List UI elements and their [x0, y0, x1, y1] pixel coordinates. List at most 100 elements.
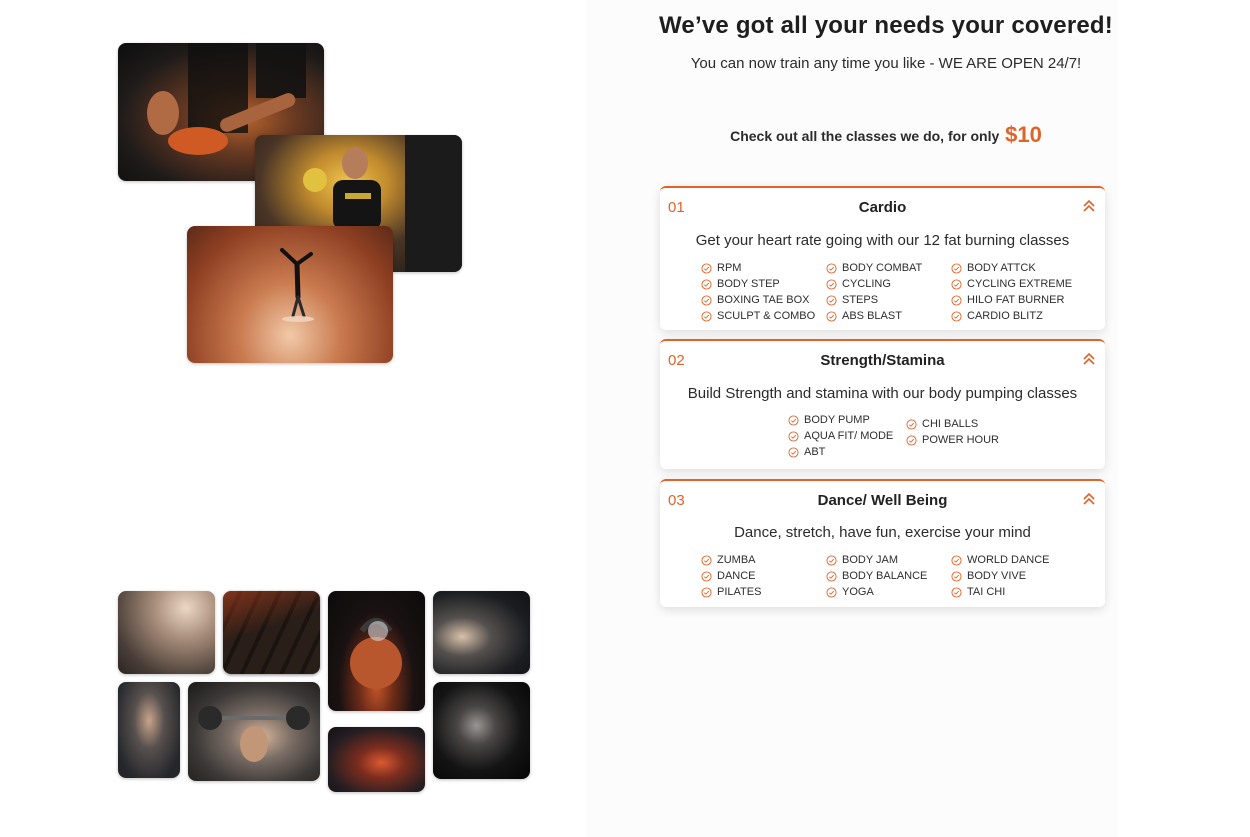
class-list-item: BODY JAM [826, 552, 927, 568]
card-title[interactable]: Dance/ Well Being [660, 492, 1105, 509]
class-list-item: ABT [788, 444, 893, 460]
chevron-double-up-icon[interactable] [1081, 491, 1097, 507]
class-name: BODY VIVE [967, 570, 1027, 582]
kettlebell-illustration [350, 618, 402, 689]
class-list-item: CYCLING EXTREME [951, 276, 1072, 292]
class-list-item: POWER HOUR [906, 432, 999, 448]
check-circle-icon [951, 278, 962, 290]
class-name: BODY ATTCK [967, 262, 1036, 274]
class-name: BODY COMBAT [842, 262, 923, 274]
class-list-column: CHI BALLS POWER HOUR [906, 416, 999, 448]
check-circle-icon [951, 310, 962, 322]
class-name: DANCE [717, 570, 756, 582]
class-name: RPM [717, 262, 742, 274]
class-list-item: PILATES [701, 584, 761, 600]
class-list-item: BODY ATTCK [951, 260, 1072, 276]
spin-class-photo [433, 591, 530, 674]
class-list-column: BODY JAM BODY BALANCE YOGA [826, 552, 927, 600]
barbell-illustration [198, 706, 310, 762]
page-subheading: You can now train any time you like - WE… [690, 55, 1082, 72]
class-list-item: YOGA [826, 584, 927, 600]
squat-rack-photo [118, 682, 180, 778]
dumbbell-rack-overlay [223, 591, 320, 674]
check-circle-icon [788, 414, 799, 426]
page-heading: We’ve got all your needs your covered! [659, 12, 1113, 39]
check-circle-icon [951, 554, 962, 566]
check-circle-icon [701, 310, 712, 322]
check-circle-icon [701, 554, 712, 566]
check-circle-icon [701, 278, 712, 290]
class-list-item: STEPS [826, 292, 922, 308]
group-class-photo [328, 727, 425, 792]
class-list-item: BODY VIVE [951, 568, 1050, 584]
check-circle-icon [951, 294, 962, 306]
card-title[interactable]: Cardio [660, 199, 1105, 216]
check-circle-icon [701, 262, 712, 274]
check-circle-icon [826, 262, 837, 274]
yoga-handstand-photo [187, 226, 393, 363]
check-circle-icon [701, 570, 712, 582]
class-list-column: BODY ATTCK CYCLING EXTREME HILO FAT BURNER… [951, 260, 1072, 324]
class-name: HILO FAT BURNER [967, 294, 1065, 306]
card-title[interactable]: Strength/Stamina [660, 352, 1105, 369]
class-list-item: ZUMBA [701, 552, 761, 568]
card-description: Dance, stretch, have fun, exercise your … [734, 524, 1031, 541]
check-circle-icon [826, 294, 837, 306]
class-name: CHI BALLS [922, 418, 979, 430]
check-circle-icon [951, 570, 962, 582]
class-list-item: CHI BALLS [906, 416, 999, 432]
class-list-item: SCULPT & COMBO [701, 308, 815, 324]
check-circle-icon [906, 418, 917, 430]
check-circle-icon [788, 430, 799, 442]
class-name: BODY JAM [842, 554, 899, 566]
chevron-double-up-icon[interactable] [1081, 351, 1097, 367]
class-name: ABT [804, 446, 826, 458]
class-name: PILATES [717, 586, 762, 598]
check-circle-icon [826, 586, 837, 598]
class-list-column: RPM BODY STEP BOXING TAE BOX SCULPT & COMBO [701, 260, 815, 324]
class-list-item: BODY PUMP [788, 412, 893, 428]
class-name: CYCLING EXTREME [967, 278, 1073, 290]
offer-price: $10 [1005, 122, 1042, 147]
class-name: STEPS [842, 294, 879, 306]
class-name: ABS BLAST [842, 310, 902, 322]
class-name: BOXING TAE BOX [717, 294, 810, 306]
class-list-item: ABS BLAST [826, 308, 922, 324]
class-card-dance: 03 Dance/ Well Being Dance, stretch, hav… [660, 479, 1105, 607]
class-name: BODY STEP [717, 278, 780, 290]
check-circle-icon [826, 278, 837, 290]
class-list-column: BODY COMBAT CYCLING STEPS ABS BLAST [826, 260, 922, 324]
class-name: ZUMBA [717, 554, 756, 566]
class-name: BODY PUMP [804, 414, 870, 426]
class-list-item: RPM [701, 260, 815, 276]
class-list-item: BODY COMBAT [826, 260, 922, 276]
class-list-column: ZUMBA DANCE PILATES [701, 552, 761, 600]
chevron-double-up-icon[interactable] [1081, 198, 1097, 214]
class-list-item: BODY BALANCE [826, 568, 927, 584]
check-circle-icon [701, 294, 712, 306]
check-circle-icon [826, 310, 837, 322]
class-name: CYCLING [842, 278, 891, 290]
check-circle-icon [951, 586, 962, 598]
class-name: SCULPT & COMBO [717, 310, 816, 322]
check-circle-icon [906, 434, 917, 446]
check-circle-icon [826, 570, 837, 582]
class-list-column: WORLD DANCE BODY VIVE TAI CHI [951, 552, 1050, 600]
kettlebell-chalk-photo [328, 591, 425, 711]
class-list-item: HILO FAT BURNER [951, 292, 1072, 308]
class-list-item: CARDIO BLITZ [951, 308, 1072, 324]
offer-text: Check out all the classes we do, for onl… [730, 128, 1000, 144]
class-name: WORLD DANCE [967, 554, 1050, 566]
class-list-item: WORLD DANCE [951, 552, 1050, 568]
class-list-item: CYCLING [826, 276, 922, 292]
class-card-strength: 02 Strength/Stamina Build Strength and s… [660, 339, 1105, 469]
class-name: YOGA [842, 586, 874, 598]
class-card-cardio: 01 Cardio Get your heart rate going with… [660, 186, 1105, 330]
class-name: CARDIO BLITZ [967, 310, 1043, 322]
class-name: POWER HOUR [922, 434, 999, 446]
check-circle-icon [788, 446, 799, 458]
check-circle-icon [951, 262, 962, 274]
torso-silhouette-photo [433, 682, 530, 779]
card-description: Build Strength and stamina with our body… [687, 385, 1078, 402]
class-list-item: BOXING TAE BOX [701, 292, 815, 308]
